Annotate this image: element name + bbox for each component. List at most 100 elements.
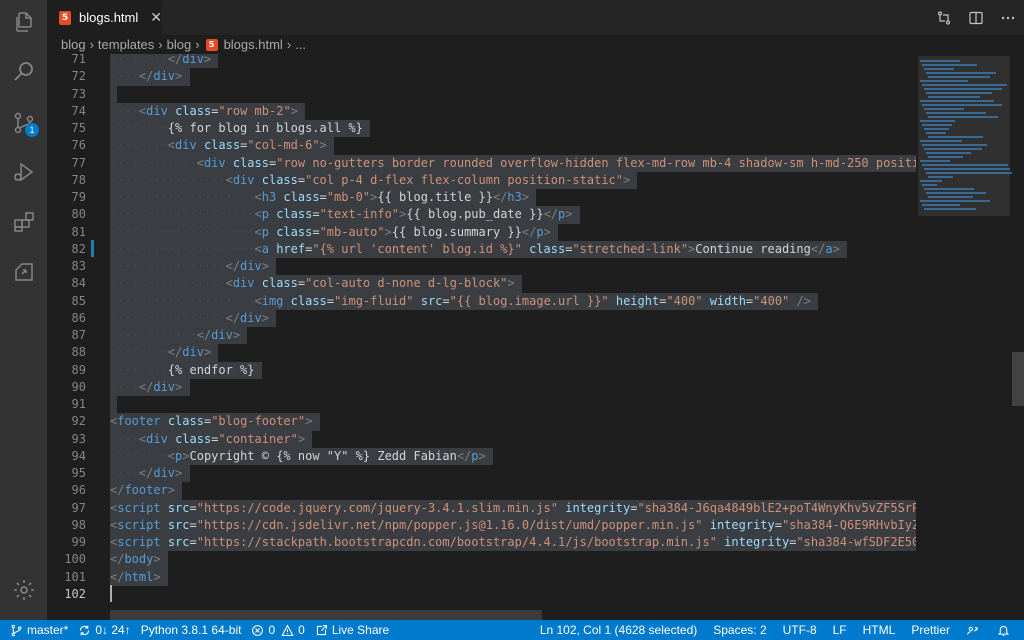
vertical-scrollbar-thumb[interactable] bbox=[1012, 352, 1024, 406]
code-line[interactable]: ········<p>Copyright © {% now "Y" %} Zed… bbox=[110, 447, 493, 465]
sync-status: 0↓ 24↑ bbox=[95, 623, 131, 637]
line-number: 98 bbox=[71, 517, 86, 532]
code-line[interactable]: ············</div> bbox=[110, 327, 248, 345]
breadcrumb-item[interactable]: templates bbox=[98, 37, 154, 52]
minimap-line bbox=[924, 68, 954, 70]
breadcrumb-item[interactable]: ... bbox=[295, 37, 306, 52]
code-line[interactable]: ········<div class="col-md-6"> bbox=[110, 137, 335, 155]
explorer-icon[interactable] bbox=[0, 0, 47, 44]
code-line[interactable]: </body> bbox=[110, 551, 168, 569]
html5-icon: 5 bbox=[59, 10, 72, 25]
code-editor[interactable]: 71 72 73 74 75 76 77 78 79 80 81 82 83 84 85 86 87 88 89 90… bbox=[47, 54, 1024, 620]
code-line[interactable]: ····</div> bbox=[110, 68, 190, 86]
minimap-line bbox=[924, 108, 964, 110]
minimap-line bbox=[928, 136, 983, 138]
code-line[interactable]: </html> bbox=[110, 568, 168, 586]
code-line[interactable]: ····</div> bbox=[110, 465, 190, 483]
indentation[interactable]: Spaces: 2 bbox=[705, 620, 774, 640]
encoding[interactable]: UTF-8 bbox=[775, 620, 825, 640]
end-of-line[interactable]: LF bbox=[825, 620, 855, 640]
breadcrumb-item[interactable]: blog bbox=[167, 37, 192, 52]
line-number: 101 bbox=[64, 569, 86, 584]
code-line[interactable]: <script src="https://code.jquery.com/jqu… bbox=[110, 499, 916, 517]
notifications-bell-icon[interactable] bbox=[991, 620, 1024, 640]
minimap-line bbox=[928, 96, 980, 98]
code-line[interactable]: <script src="https://cdn.jsdelivr.net/np… bbox=[110, 516, 916, 534]
minimap-line bbox=[922, 84, 1007, 86]
error-count: 0 bbox=[268, 623, 276, 637]
minimap-line bbox=[920, 160, 950, 162]
code-area[interactable]: ········</div> ····</div> ····<div class… bbox=[110, 54, 916, 620]
code-line[interactable] bbox=[110, 85, 118, 103]
line-number: 78 bbox=[71, 172, 86, 187]
minimap-line bbox=[926, 72, 996, 74]
line-number: 94 bbox=[71, 448, 86, 463]
code-line[interactable]: <script src="https://stackpath.bootstrap… bbox=[110, 534, 916, 552]
line-number: 80 bbox=[71, 207, 86, 222]
tab-blogs-html[interactable]: 5 blogs.html ✕ bbox=[47, 0, 162, 35]
line-number: 83 bbox=[71, 259, 86, 273]
sync-icon bbox=[80, 625, 90, 635]
settings-gear-icon[interactable] bbox=[0, 568, 47, 612]
problems-indicator[interactable]: 0 0 bbox=[246, 620, 309, 640]
split-editor-icon[interactable] bbox=[960, 0, 992, 35]
line-number: 86 bbox=[71, 310, 86, 325]
tab-label: blogs.html bbox=[79, 10, 139, 25]
code-line[interactable]: ········{% endfor %} bbox=[110, 361, 262, 379]
code-line[interactable]: ····<div class="row mb-2"> bbox=[110, 102, 306, 120]
code-line[interactable]: ········{% for blog in blogs.all %} bbox=[110, 120, 371, 138]
code-line[interactable]: ········</div> bbox=[110, 54, 219, 69]
minimap-line bbox=[924, 148, 982, 150]
search-icon[interactable] bbox=[0, 49, 47, 93]
cursor-position[interactable]: Ln 102, Col 1 (4628 selected) bbox=[532, 620, 705, 640]
breadcrumb: blog › templates › blog › 5 blogs.html ›… bbox=[47, 35, 1024, 54]
editor-actions bbox=[928, 0, 1024, 35]
html5-icon: 5 bbox=[205, 38, 218, 51]
code-line[interactable]: ····················<a href="{% url 'con… bbox=[110, 240, 848, 258]
code-line[interactable]: ····</div> bbox=[110, 378, 190, 396]
code-line[interactable]: ····················<p class="text-info"… bbox=[110, 206, 580, 224]
live-share-button[interactable]: Live Share bbox=[310, 620, 394, 640]
minimap-line bbox=[924, 208, 976, 210]
chevron-right-icon: › bbox=[89, 37, 94, 52]
horizontal-scrollbar[interactable] bbox=[110, 610, 542, 620]
python-interpreter[interactable]: Python 3.8.1 64-bit bbox=[136, 620, 247, 640]
minimap-line bbox=[924, 88, 1002, 90]
breadcrumb-item[interactable]: blog bbox=[61, 37, 86, 52]
line-number: 75 bbox=[71, 121, 86, 135]
code-line[interactable]: ····················<h3 class="mb-0">{{ … bbox=[110, 189, 537, 207]
sync-indicator[interactable]: 0↓ 24↑ bbox=[73, 620, 135, 640]
code-line[interactable]: <footer class="blog-footer"> bbox=[110, 413, 320, 431]
line-number: 73 bbox=[71, 86, 86, 101]
line-number-gutter: 71 72 73 74 75 76 77 78 79 80 81 82 83 84 85 86 87 88 89 90… bbox=[47, 54, 100, 620]
minimap-line bbox=[926, 172, 1012, 174]
more-actions-icon[interactable] bbox=[992, 0, 1024, 35]
code-line[interactable]: ····················<p class="mb-auto">{… bbox=[110, 223, 559, 241]
code-line[interactable]: ················<div class="col-auto d-n… bbox=[110, 275, 522, 293]
close-icon[interactable]: ✕ bbox=[150, 9, 162, 26]
vertical-scrollbar[interactable] bbox=[1012, 54, 1024, 620]
code-line[interactable]: ····················<img class="img-flui… bbox=[110, 292, 819, 310]
minimap-line bbox=[926, 132, 946, 134]
extensions-icon[interactable] bbox=[0, 200, 47, 244]
code-line[interactable]: </footer> bbox=[110, 482, 183, 500]
remote-explorer-icon[interactable] bbox=[0, 250, 47, 294]
minimap[interactable] bbox=[916, 54, 1012, 620]
code-line[interactable]: ················</div> bbox=[110, 258, 277, 276]
minimap-line bbox=[922, 164, 1008, 166]
source-control-icon[interactable] bbox=[0, 101, 47, 145]
language-mode[interactable]: HTML bbox=[855, 620, 904, 640]
code-line[interactable]: ················<div class="col p-4 d-fl… bbox=[110, 171, 638, 189]
code-line[interactable] bbox=[110, 396, 118, 414]
formatter[interactable]: Prettier bbox=[903, 620, 958, 640]
code-line[interactable]: ············<div class="row no-gutters b… bbox=[110, 154, 916, 172]
feedback-icon[interactable] bbox=[958, 620, 991, 640]
open-changes-icon[interactable] bbox=[928, 0, 960, 35]
code-line[interactable]: ········</div> bbox=[110, 344, 219, 362]
breadcrumb-item[interactable]: blogs.html bbox=[224, 37, 283, 52]
line-number: 87 bbox=[71, 328, 86, 342]
branch-indicator[interactable]: master* bbox=[0, 620, 73, 640]
code-line[interactable]: ················</div> bbox=[110, 309, 277, 327]
run-debug-icon[interactable] bbox=[0, 150, 47, 194]
code-line[interactable]: ····<div class="container"> bbox=[110, 430, 313, 448]
